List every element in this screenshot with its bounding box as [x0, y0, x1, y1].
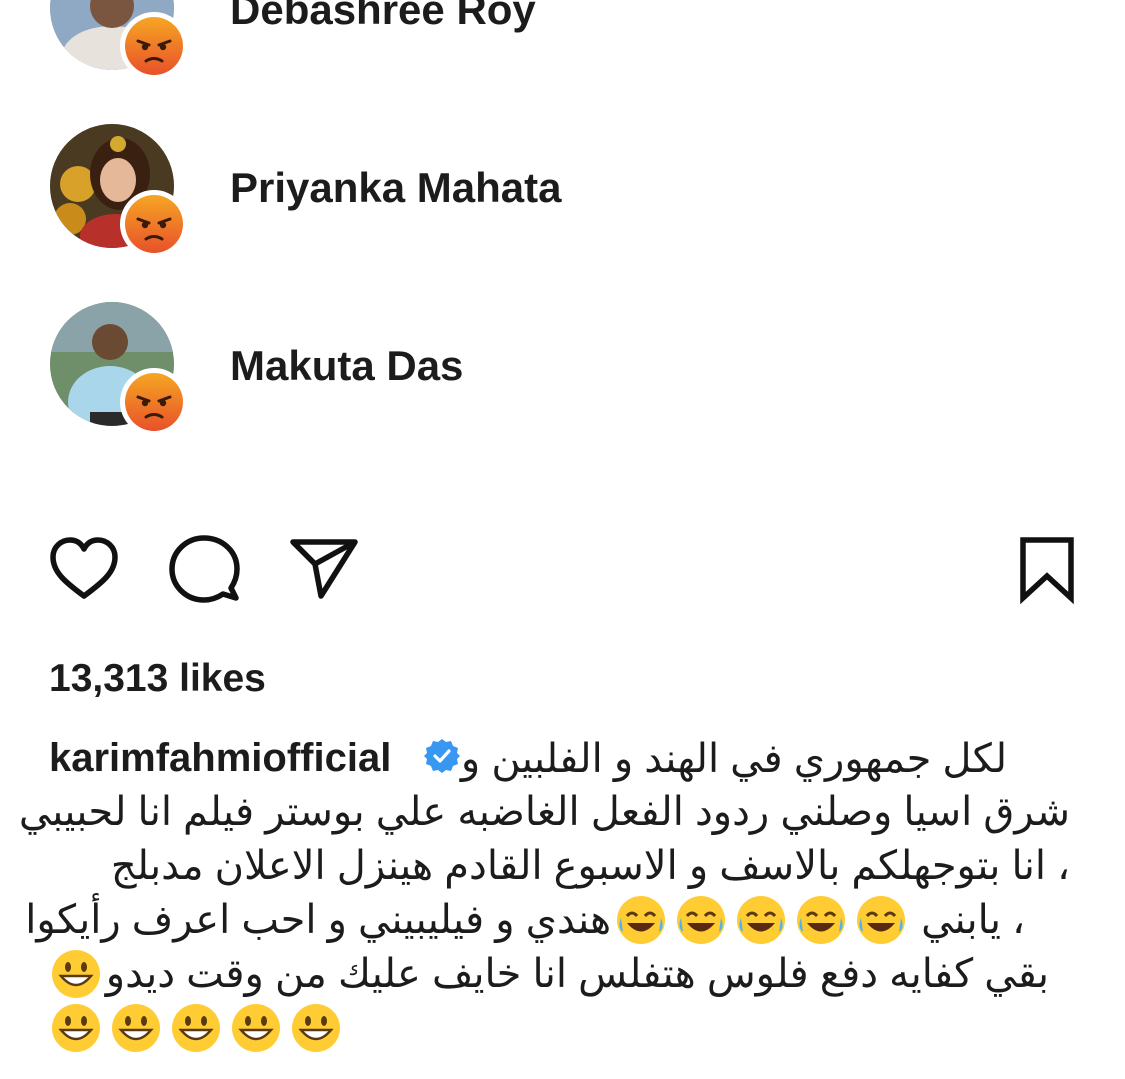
- grinning-emoji-icon: [230, 1002, 282, 1054]
- reaction-row[interactable]: Priyanka Mahata: [50, 124, 750, 258]
- caption-line-with-emoji: بقي كفايه دفع فلوس هتفلس انا خايف عليك م…: [46, 948, 1059, 1000]
- caption-text: ، يابني: [921, 898, 1025, 942]
- angry-icon: [120, 12, 188, 80]
- reactor-name[interactable]: Makuta Das: [230, 342, 463, 390]
- heart-icon[interactable]: [45, 530, 123, 608]
- laughing-emoji-icon: [855, 894, 907, 946]
- reaction-post-screen: Debashree Roy Priyanka Mahata Makuta Das…: [0, 0, 1125, 1079]
- likes-count[interactable]: 13,313 likes: [49, 657, 266, 701]
- grinning-emoji-icon: [290, 1002, 342, 1054]
- laughing-emoji-icon: [795, 894, 847, 946]
- verified-badge-icon: [424, 738, 460, 774]
- laughing-emoji-icon: [675, 894, 727, 946]
- grinning-emoji-icon: [50, 948, 102, 1000]
- laughing-emoji-icon: [735, 894, 787, 946]
- caption-line: شرق اسيا وصلني ردود الفعل الغاضبه علي بو…: [18, 790, 1070, 834]
- caption-line: ، انا بتوجهلكم بالاسف و الاسبوع القادم ه…: [110, 844, 1070, 888]
- reaction-row[interactable]: Makuta Das: [50, 302, 750, 436]
- caption-text: هندي و فيليبيني و احب اعرف رأيكوا: [25, 898, 612, 942]
- grinning-emoji-row: [50, 1002, 342, 1054]
- caption-line-with-emojis: هندي و فيليبيني و احب اعرف رأيكوا ، يابن…: [25, 894, 1035, 946]
- post-username[interactable]: karimfahmiofficial: [49, 736, 391, 781]
- caption-line: لكل جمهوري في الهند و الفلبين و: [460, 737, 1007, 781]
- grinning-emoji-icon: [170, 1002, 222, 1054]
- reactor-name[interactable]: Debashree Roy: [230, 0, 536, 34]
- caption-text: بقي كفايه دفع فلوس هتفلس انا خايف عليك م…: [105, 952, 1049, 996]
- reaction-row[interactable]: Debashree Roy: [50, 0, 750, 80]
- grinning-emoji-icon: [110, 1002, 162, 1054]
- bookmark-icon[interactable]: [1008, 530, 1086, 608]
- laughing-emoji-group: [611, 894, 911, 946]
- angry-icon: [120, 368, 188, 436]
- angry-icon: [120, 190, 188, 258]
- grinning-emoji-icon: [50, 1002, 102, 1054]
- laughing-emoji-icon: [615, 894, 667, 946]
- comment-icon[interactable]: [165, 530, 243, 608]
- reactor-name[interactable]: Priyanka Mahata: [230, 164, 562, 212]
- action-bar: [0, 530, 1125, 610]
- send-icon[interactable]: [285, 530, 363, 608]
